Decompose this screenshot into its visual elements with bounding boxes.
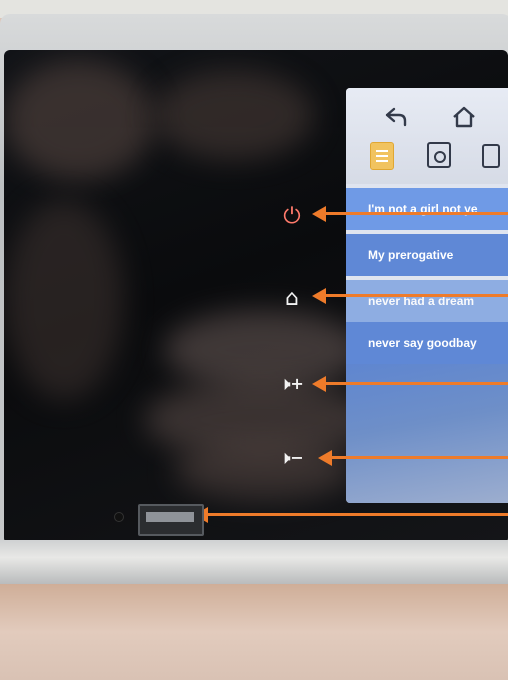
save-icon[interactable]: [427, 142, 451, 168]
home-icon[interactable]: ⌂: [278, 286, 306, 312]
volume-up-icon[interactable]: 🕨+: [274, 372, 310, 396]
screen-toolbar: [346, 88, 508, 184]
usb-drive-icon[interactable]: [482, 144, 500, 168]
indicator-light: [114, 512, 124, 522]
device-bezel-bottom: [0, 540, 508, 584]
power-icon[interactable]: ⏻: [278, 203, 306, 231]
hand-reflection: [154, 70, 314, 160]
usb-port[interactable]: [138, 504, 204, 536]
hand-reflection: [4, 60, 154, 180]
song-item[interactable]: My prerogative: [346, 234, 508, 276]
home-icon[interactable]: [449, 102, 479, 132]
playlist-icon[interactable]: [370, 142, 394, 170]
arrow-line: [330, 456, 508, 459]
usb-port-tongue: [146, 512, 194, 522]
arrow-line: [324, 212, 508, 215]
back-arrow-icon[interactable]: [382, 102, 412, 132]
hand-reflection: [4, 200, 124, 400]
arrow-line: [324, 382, 508, 385]
arrow-line: [206, 513, 508, 516]
hand-reflection: [174, 440, 354, 500]
song-item[interactable]: I'm not a girl not ye: [346, 188, 508, 230]
table-surface: [0, 584, 508, 680]
hand-reflection: [164, 310, 364, 390]
volume-down-icon[interactable]: 🕨−: [274, 446, 310, 470]
song-item[interactable]: never had a dream: [346, 280, 508, 322]
song-item[interactable]: never say goodbay: [346, 322, 508, 364]
arrow-line: [324, 294, 508, 297]
